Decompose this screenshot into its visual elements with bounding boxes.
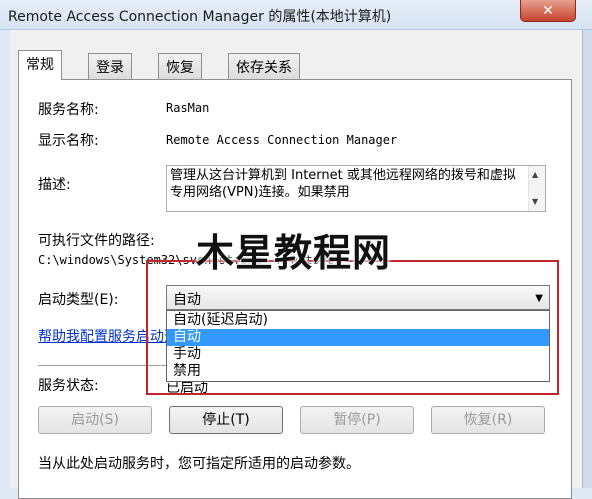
description-text: 管理从这台计算机到 Internet 或其他远程网络的拨号和虚拟专用网络(VPN… xyxy=(170,168,516,200)
pause-button[interactable]: 暂停(P) xyxy=(300,406,414,434)
tab-general[interactable]: 常规 xyxy=(18,50,62,80)
description-scrollbar[interactable]: ▲ ▼ xyxy=(528,166,545,211)
dropdown-option-auto[interactable]: 自动 xyxy=(167,329,549,346)
scroll-down-icon[interactable]: ▼ xyxy=(532,197,538,206)
description-label: 描述: xyxy=(38,177,71,193)
title-bar: Remote Access Connection Manager 的属性(本地计… xyxy=(0,0,592,30)
dropdown-option-manual[interactable]: 手动 xyxy=(167,346,549,363)
service-status-label: 服务状态: xyxy=(38,378,99,394)
scroll-up-icon[interactable]: ▲ xyxy=(532,170,538,179)
chevron-down-icon: ▼ xyxy=(535,293,543,304)
window-title: Remote Access Connection Manager 的属性(本地计… xyxy=(8,9,392,25)
start-button[interactable]: 启动(S) xyxy=(38,406,152,434)
dropdown-option-auto-delayed[interactable]: 自动(延迟启动) xyxy=(167,312,549,329)
startup-type-selected-value: 自动 xyxy=(173,292,201,308)
display-name-value: Remote Access Connection Manager xyxy=(166,133,398,147)
close-button[interactable]: ✕ xyxy=(520,0,576,22)
tab-logon[interactable]: 登录 xyxy=(88,53,132,79)
exe-path-label: 可执行文件的路径: xyxy=(38,233,155,249)
stop-button[interactable]: 停止(T) xyxy=(169,406,283,434)
startup-type-select[interactable]: 自动 ▼ xyxy=(166,285,550,310)
resume-button[interactable]: 恢复(R) xyxy=(431,406,545,434)
tab-label: 常规 xyxy=(26,57,54,73)
startup-type-label: 启动类型(E): xyxy=(38,292,119,308)
description-textbox[interactable]: 管理从这台计算机到 Internet 或其他远程网络的拨号和虚拟专用网络(VPN… xyxy=(166,165,546,212)
display-name-label: 显示名称: xyxy=(38,133,99,149)
watermark-text: 木星教程网 xyxy=(196,231,392,275)
close-icon: ✕ xyxy=(542,2,554,19)
start-parameters-hint: 当从此处启动服务时，您可指定所适用的启动参数。 xyxy=(38,456,360,472)
window-frame-right xyxy=(582,30,592,488)
tab-label: 依存关系 xyxy=(236,60,292,76)
tab-label: 登录 xyxy=(96,60,124,76)
tab-dependencies[interactable]: 依存关系 xyxy=(228,53,300,79)
service-name-label: 服务名称: xyxy=(38,102,99,118)
tab-label: 恢复 xyxy=(166,60,194,76)
service-name-value: RasMan xyxy=(166,101,210,115)
startup-type-dropdown-list: 自动(延迟启动) 自动 手动 禁用 xyxy=(166,310,550,382)
dropdown-option-disabled[interactable]: 禁用 xyxy=(167,363,549,380)
tab-recovery[interactable]: 恢复 xyxy=(158,53,202,79)
